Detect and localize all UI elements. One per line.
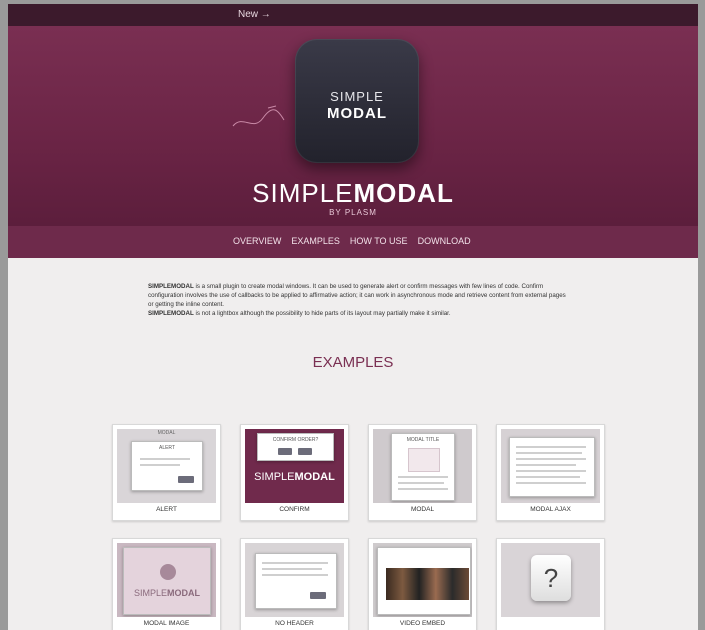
confirm-thumbnail: CONFIRM ORDER? SIMPLEMODAL [245, 429, 344, 503]
mini-modal [377, 547, 471, 615]
mini-text-line [398, 488, 448, 490]
nav-examples[interactable]: EXAMPLES [291, 236, 340, 246]
mini-text-line [262, 568, 322, 570]
card-caption: CONFIRM [279, 506, 310, 513]
mini-modal-title: CONFIRM ORDER? [272, 437, 319, 443]
mini-text-line [262, 562, 328, 564]
intro-paragraph-1: SIMPLEMODAL is a small plugin to create … [148, 282, 568, 309]
video-embed-thumbnail [373, 543, 472, 617]
mini-button [298, 448, 312, 455]
nav-overview[interactable]: OVERVIEW [233, 236, 281, 246]
example-card-no-header[interactable]: NO HEADER [240, 538, 349, 630]
mini-modal [255, 553, 337, 609]
example-card-help[interactable]: ? [496, 538, 605, 630]
example-card-modal-image[interactable]: SIMPLEMODAL MODAL IMAGE [112, 538, 221, 630]
modal-thumbnail: MODAL TITLE [373, 429, 472, 503]
nav-download[interactable]: DOWNLOAD [418, 236, 471, 246]
mini-modal: CONFIRM ORDER? [257, 433, 334, 461]
mini-modal [509, 437, 595, 497]
alert-thumbnail: ALERT MODAL [117, 429, 216, 503]
thumb-logo: SIMPLEMODAL [245, 471, 344, 483]
modal-ajax-thumbnail [501, 429, 600, 503]
mini-modal: MODAL TITLE [391, 433, 455, 501]
modal-image-thumbnail: SIMPLEMODAL [117, 543, 216, 617]
examples-heading: EXAMPLES [312, 354, 394, 371]
thumb-logo-bold: MODAL [167, 588, 200, 598]
card-caption: NO HEADER [275, 620, 314, 627]
brand-title: SIMPLEMODAL [8, 178, 698, 209]
mini-text-line [516, 446, 586, 448]
card-caption: VIDEO EMBED [399, 620, 446, 627]
mini-image [160, 564, 176, 580]
app-icon-line1: SIMPLE [330, 89, 384, 104]
hero-banner: SIMPLE MODAL SIMPLEMODAL BY PLASM [8, 26, 698, 226]
nav-how-to-use[interactable]: HOW TO USE [350, 236, 408, 246]
thumb-header: MODAL [157, 430, 176, 436]
video-frame [386, 568, 469, 600]
intro-name-2: SIMPLEMODAL [148, 310, 194, 317]
thumb-logo-light: SIMPLE [254, 471, 295, 483]
mini-text-line [398, 482, 444, 484]
brand-bold: MODAL [353, 178, 454, 208]
mini-text-line [140, 464, 180, 466]
intro-paragraph-2: SIMPLEMODAL is not a lightbox although t… [148, 309, 568, 318]
mini-text-line [516, 464, 576, 466]
top-bar: New → [8, 4, 698, 26]
mini-button [178, 476, 194, 483]
card-caption: ALERT [156, 506, 177, 513]
intro-text: SIMPLEMODAL is a small plugin to create … [148, 282, 568, 318]
thumb-logo: SIMPLEMODAL [124, 588, 210, 598]
mini-image [408, 448, 440, 472]
example-card-alert[interactable]: ALERT MODAL ALERT [112, 424, 221, 521]
mini-text-line [262, 574, 328, 576]
mini-button [310, 592, 326, 599]
help-thumbnail: ? [501, 543, 600, 617]
new-link[interactable]: New → [238, 9, 271, 20]
example-card-video-embed[interactable]: VIDEO EMBED [368, 538, 477, 630]
app-icon: SIMPLE MODAL [295, 39, 419, 163]
byline: BY PLASM [329, 208, 377, 217]
mini-text-line [516, 458, 586, 460]
example-card-modal[interactable]: MODAL TITLE MODAL [368, 424, 477, 521]
mini-text-line [516, 476, 580, 478]
mini-modal-title: ALERT [158, 445, 176, 451]
question-icon: ? [531, 555, 571, 601]
mini-text-line [516, 452, 582, 454]
intro-body-1: is a small plugin to create modal window… [148, 283, 566, 308]
mini-modal-title: MODAL TITLE [406, 437, 440, 443]
intro-name-1: SIMPLEMODAL [148, 283, 194, 290]
brand-light: SIMPLE [252, 178, 354, 208]
app-icon-line2: MODAL [327, 105, 387, 122]
thumb-logo-bold: MODAL [294, 471, 335, 483]
mini-text-line [516, 482, 586, 484]
card-caption: MODAL [410, 506, 435, 513]
handwritten-scribble [232, 105, 285, 127]
mini-modal: SIMPLEMODAL [123, 547, 211, 615]
intro-body-2: is not a lightbox although the possibili… [193, 310, 451, 317]
mini-text-line [516, 470, 586, 472]
thumb-logo-light: SIMPLE [133, 588, 167, 598]
mini-modal: ALERT [131, 441, 203, 491]
card-caption: MODAL IMAGE [143, 620, 190, 627]
mini-button [278, 448, 292, 455]
no-header-thumbnail [245, 543, 344, 617]
web-page: New → SIMPLE MODAL SIMPLEMODAL BY PLASM … [8, 4, 698, 630]
example-card-confirm[interactable]: CONFIRM ORDER? SIMPLEMODAL CONFIRM [240, 424, 349, 521]
main-nav: OVERVIEW EXAMPLES HOW TO USE DOWNLOAD [8, 226, 698, 258]
mini-text-line [140, 458, 190, 460]
card-caption: MODAL AJAX [530, 506, 571, 513]
example-card-modal-ajax[interactable]: MODAL AJAX [496, 424, 605, 521]
mini-text-line [398, 476, 448, 478]
